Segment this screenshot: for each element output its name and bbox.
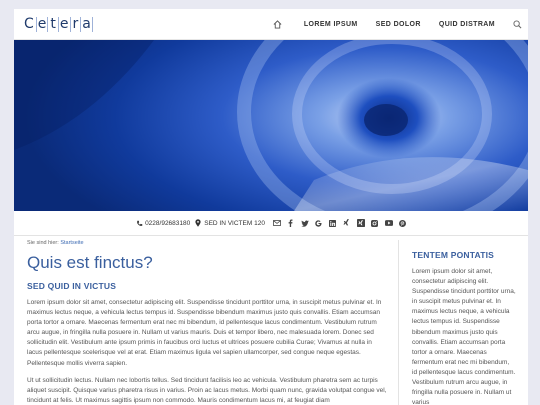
contact-address[interactable]: SED IN VICTEM 120 xyxy=(194,219,265,227)
sidebar-title: TENTEM PONTATIS xyxy=(412,250,495,260)
breadcrumb-link-startseite[interactable]: Startseite xyxy=(60,240,83,246)
nav-item-sed-dolor[interactable]: SED DOLOR xyxy=(367,21,430,28)
pinterest-icon[interactable] xyxy=(399,219,407,227)
location-pin-icon xyxy=(194,219,202,227)
breadcrumb: Sie sind hier: Startseite xyxy=(27,240,387,246)
breadcrumb-prefix: Sie sind hier: xyxy=(27,240,59,246)
hero-image xyxy=(14,40,528,211)
logo-letter: e xyxy=(35,16,49,32)
social-links xyxy=(272,219,407,227)
youtube-icon[interactable] xyxy=(384,219,393,227)
body-paragraph: Ut ut sollicitudin lectus. Nullam nec lo… xyxy=(27,376,387,404)
logo-letter: t xyxy=(50,16,56,32)
search-icon[interactable] xyxy=(506,20,528,29)
phone-number: 0228/92683180 xyxy=(145,219,191,227)
logo-letter: e xyxy=(57,16,71,32)
mail-icon[interactable] xyxy=(272,219,281,227)
body-paragraph: Lorem ipsum dolor sit amet, consectetur … xyxy=(27,299,382,367)
facebook-icon[interactable] xyxy=(287,219,295,227)
section-subtitle: SED QUID IN VICTUS xyxy=(27,281,117,291)
instagram-icon[interactable] xyxy=(371,219,379,227)
twitter-icon[interactable] xyxy=(300,219,309,227)
logo-letter: r xyxy=(72,16,79,32)
contact-phone[interactable]: 0228/92683180 xyxy=(135,219,190,227)
logo-letter: C xyxy=(24,16,34,32)
contact-bar: 0228/92683180 SED IN VICTEM 120 xyxy=(14,211,528,236)
phone-icon xyxy=(135,219,143,227)
sidebar: TENTEM PONTATIS Lorem ipsum dolor sit am… xyxy=(412,250,516,405)
site-logo[interactable]: C e t e r a xyxy=(23,17,93,32)
home-icon[interactable] xyxy=(265,20,291,29)
nav-item-quid-distram[interactable]: QUID DISTRAM xyxy=(430,21,504,28)
google-plus-icon[interactable] xyxy=(315,219,323,227)
logo-letter: a xyxy=(80,16,93,32)
xing-icon[interactable] xyxy=(343,219,351,227)
page-title: Quis est finctus? xyxy=(27,253,153,272)
sidebar-text: Lorem ipsum dolor sit amet, consectetur … xyxy=(412,268,516,405)
xing-alt-icon[interactable] xyxy=(356,219,365,227)
main-nav: LOREM IPSUM SED DOLOR QUID DISTRAM xyxy=(265,9,528,40)
nav-item-lorem-ipsum[interactable]: LOREM IPSUM xyxy=(295,21,367,28)
linkedin-icon[interactable] xyxy=(329,219,337,227)
address-text: SED IN VICTEM 120 xyxy=(204,219,265,227)
column-divider xyxy=(398,240,399,405)
main-content: Sie sind hier: Startseite Quis est finct… xyxy=(27,240,387,405)
site-header: C e t e r a LOREM IPSUM SED DOLOR QUID D… xyxy=(14,9,528,40)
page-frame: C e t e r a LOREM IPSUM SED DOLOR QUID D… xyxy=(14,9,528,405)
